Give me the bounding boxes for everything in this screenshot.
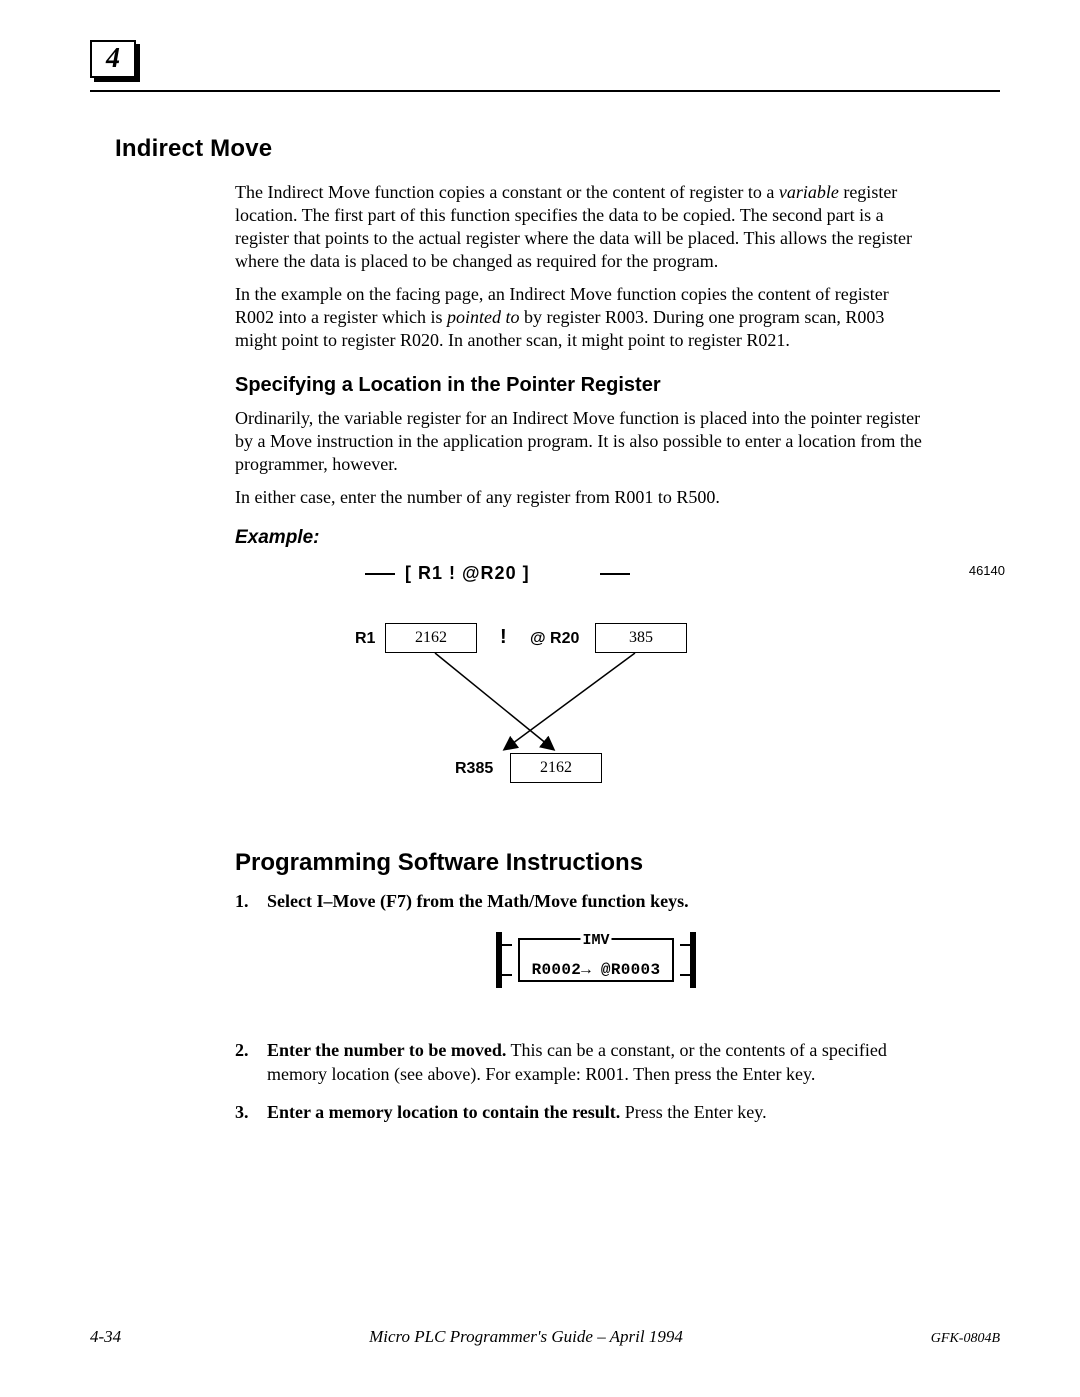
sub-paragraph-1: Ordinarily, the variable register for an…	[235, 407, 925, 476]
chapter-number: 4	[106, 43, 120, 74]
step-3-lead: Enter a memory location to contain the r…	[267, 1102, 620, 1122]
step-1-number: 1.	[235, 889, 249, 913]
footer-document-title: Micro PLC Programmer's Guide – April 199…	[369, 1327, 683, 1347]
chapter-number-box: 4	[90, 40, 136, 78]
step-2-number: 2.	[235, 1038, 249, 1062]
step-3-rest: Press the Enter key.	[620, 1102, 766, 1122]
step-1-text: Select I–Move (F7) from the Math/Move fu…	[267, 891, 689, 911]
step-3-number: 3.	[235, 1100, 249, 1124]
sub-paragraph-2: In either case, enter the number of any …	[235, 486, 925, 509]
fn-inner-box: IMV R0002→ @R0003	[518, 938, 674, 982]
step-1: 1. Select I–Move (F7) from the Math/Move…	[235, 889, 925, 987]
instructions-title: Programming Software Instructions	[235, 849, 925, 877]
p1-variable-word: variable	[779, 182, 839, 202]
p2-pointed-to: pointed to	[447, 307, 520, 327]
fn-title: IMV	[580, 931, 611, 951]
figure-number: 46140	[969, 563, 1005, 578]
section-body: The Indirect Move function copies a cons…	[235, 181, 925, 1125]
diagram-arrows	[235, 557, 925, 817]
instruction-steps: 1. Select I–Move (F7) from the Math/Move…	[235, 889, 925, 1124]
intro-paragraph-1: The Indirect Move function copies a cons…	[235, 181, 925, 273]
step-3: 3. Enter a memory location to contain th…	[235, 1100, 925, 1124]
content-area: Indirect Move The Indirect Move function…	[115, 135, 925, 1139]
subheading: Specifying a Location in the Pointer Reg…	[235, 374, 925, 397]
section-title: Indirect Move	[115, 135, 925, 163]
page-footer: 4-34 Micro PLC Programmer's Guide – Apri…	[90, 1327, 1000, 1347]
page-header: 4	[90, 40, 1000, 92]
example-heading: Example:	[235, 527, 925, 549]
fn-right-rail	[690, 932, 696, 988]
step-2-lead: Enter the number to be moved.	[267, 1040, 506, 1060]
fn-left-rail	[496, 932, 502, 988]
imv-function-block: IMV R0002→ @R0003	[496, 932, 696, 988]
example-diagram: [ R1 ! @R20 ] 46140 R1 2162 ! @ R20 385 …	[235, 557, 925, 817]
footer-page-number: 4-34	[90, 1327, 121, 1347]
header-rule	[90, 90, 1000, 92]
p1a: The Indirect Move function copies a cons…	[235, 182, 779, 202]
intro-paragraph-2: In the example on the facing page, an In…	[235, 283, 925, 352]
footer-document-id: GFK-0804B	[931, 1331, 1000, 1347]
step-2: 2. Enter the number to be moved. This ca…	[235, 1038, 925, 1087]
